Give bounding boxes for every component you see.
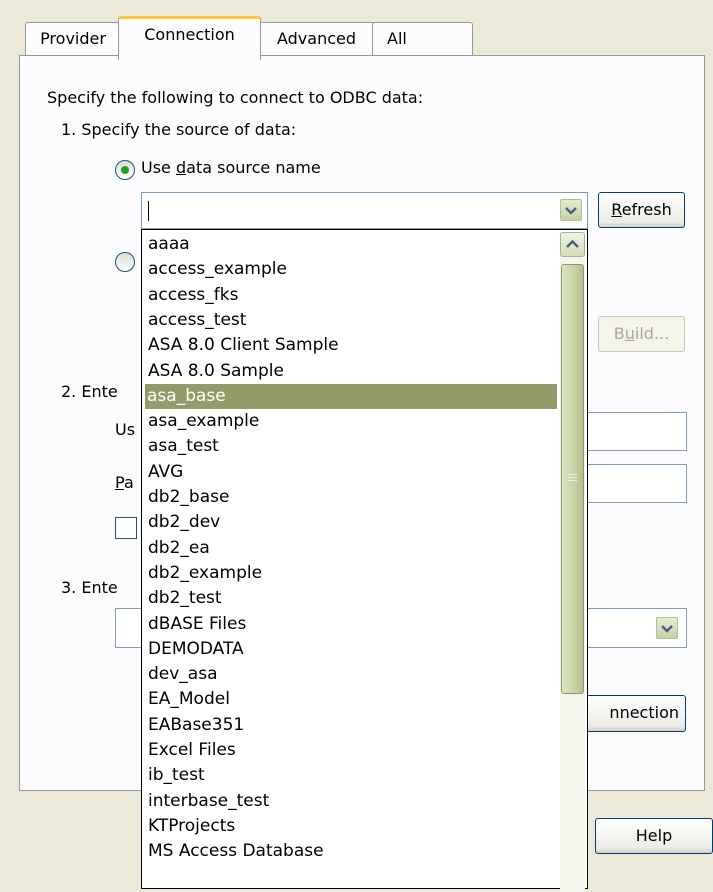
list-item[interactable]: EA_Model [146, 687, 556, 712]
scroll-thumb[interactable] [561, 264, 584, 694]
chevron-down-icon[interactable] [656, 617, 678, 639]
blank-password-checkbox[interactable] [115, 517, 137, 539]
list-item[interactable]: db2_ea [146, 536, 556, 561]
tab-advanced[interactable]: Advanced [258, 22, 375, 57]
list-item[interactable]: MS Access Database [146, 839, 556, 864]
build-button: Build... [598, 316, 685, 352]
list-item[interactable]: db2_dev [146, 510, 556, 535]
dsn-dropdown-list[interactable]: aaaa access_example access_fks access_test A… [141, 229, 588, 889]
user-name-label: Us [115, 420, 136, 439]
tab-provider[interactable]: Provider [25, 22, 121, 57]
list-item[interactable]: KTProjects [146, 814, 556, 839]
list-item[interactable]: Excel Files [146, 738, 556, 763]
list-item[interactable]: access_test [146, 308, 556, 333]
tab-connection[interactable]: Connection [118, 16, 261, 60]
list-item[interactable]: db2_example [146, 561, 556, 586]
dropdown-scrollbar[interactable] [560, 232, 585, 892]
password-label: Pa [115, 473, 134, 492]
list-item[interactable]: ASA 8.0 Sample [146, 359, 556, 384]
list-item[interactable]: db2_test [146, 586, 556, 611]
list-item[interactable]: aaaa [146, 232, 556, 257]
step2-label: 2. Ente [61, 382, 118, 401]
list-item[interactable]: interbase_test [146, 789, 556, 814]
list-item[interactable]: asa_base [145, 383, 557, 409]
help-button[interactable]: Help [595, 818, 713, 854]
list-item[interactable]: DEMODATA [146, 637, 556, 662]
list-item[interactable]: dev_asa [146, 662, 556, 687]
radio-use-dsn-label[interactable]: Use data source name [141, 158, 321, 177]
list-item[interactable]: EABase351 [146, 713, 556, 738]
text-caret [148, 201, 149, 221]
list-item[interactable]: dBASE Files [146, 612, 556, 637]
list-item[interactable]: ASA 8.0 Client Sample [146, 333, 556, 358]
step3-label: 3. Ente [61, 578, 118, 597]
step1-label: 1. Specify the source of data: [61, 120, 297, 139]
list-item[interactable]: access_example [146, 257, 556, 282]
refresh-button[interactable]: Refresh [598, 192, 685, 228]
intro-text: Specify the following to connect to ODBC… [47, 88, 424, 107]
tab-all[interactable]: All [372, 22, 473, 57]
radio-use-connection-string[interactable] [115, 252, 135, 272]
chevron-down-icon[interactable] [560, 199, 582, 221]
radio-dot-icon [121, 166, 129, 174]
chevron-up-icon[interactable] [560, 232, 585, 257]
list-item[interactable]: AVG [146, 460, 556, 485]
list-item[interactable]: asa_test [146, 434, 556, 459]
dsn-combo[interactable] [141, 192, 588, 229]
radio-use-dsn[interactable] [115, 160, 135, 180]
list-item[interactable]: ib_test [146, 763, 556, 788]
list-item[interactable]: db2_base [146, 485, 556, 510]
list-item[interactable]: access_fks [146, 283, 556, 308]
grip-icon [568, 474, 577, 483]
list-item[interactable]: asa_example [146, 409, 556, 434]
